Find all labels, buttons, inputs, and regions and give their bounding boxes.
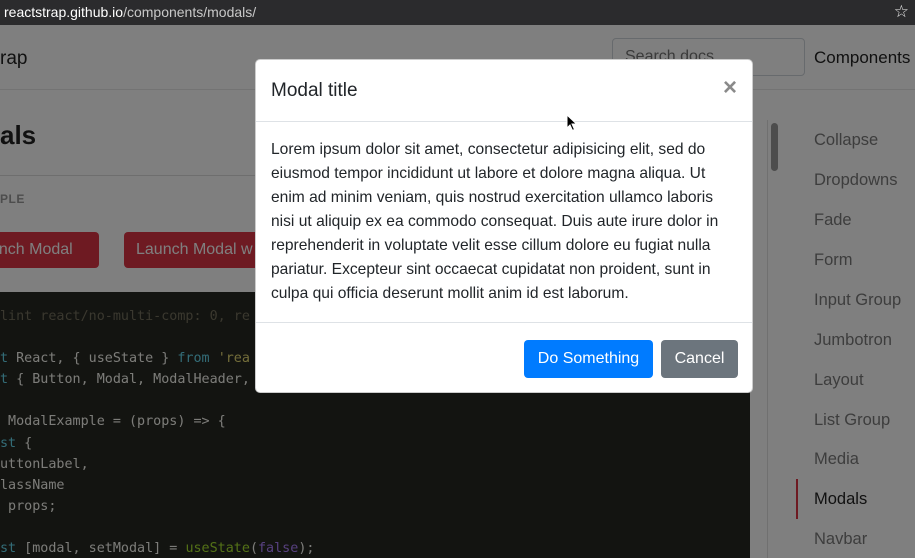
do-something-button[interactable]: Do Something: [524, 340, 653, 378]
modal-dialog: Modal title × Lorem ipsum dolor sit amet…: [255, 59, 753, 393]
modal-header: Modal title ×: [256, 60, 752, 122]
star-icon[interactable]: ☆: [894, 2, 909, 22]
close-icon[interactable]: ×: [723, 76, 737, 100]
mouse-cursor-icon: [566, 114, 578, 132]
url-path: /components/modals/: [123, 4, 257, 20]
url-text[interactable]: reactstrap.github.io/components/modals/: [4, 4, 256, 20]
modal-title: Modal title: [271, 80, 358, 101]
modal-body: Lorem ipsum dolor sit amet, consectetur …: [271, 141, 719, 302]
modal-footer: Do Something Cancel: [256, 322, 752, 393]
url-host: reactstrap.github.io: [4, 4, 124, 20]
cancel-button[interactable]: Cancel: [661, 340, 738, 378]
browser-url-bar[interactable]: reactstrap.github.io/components/modals/ …: [0, 0, 915, 25]
